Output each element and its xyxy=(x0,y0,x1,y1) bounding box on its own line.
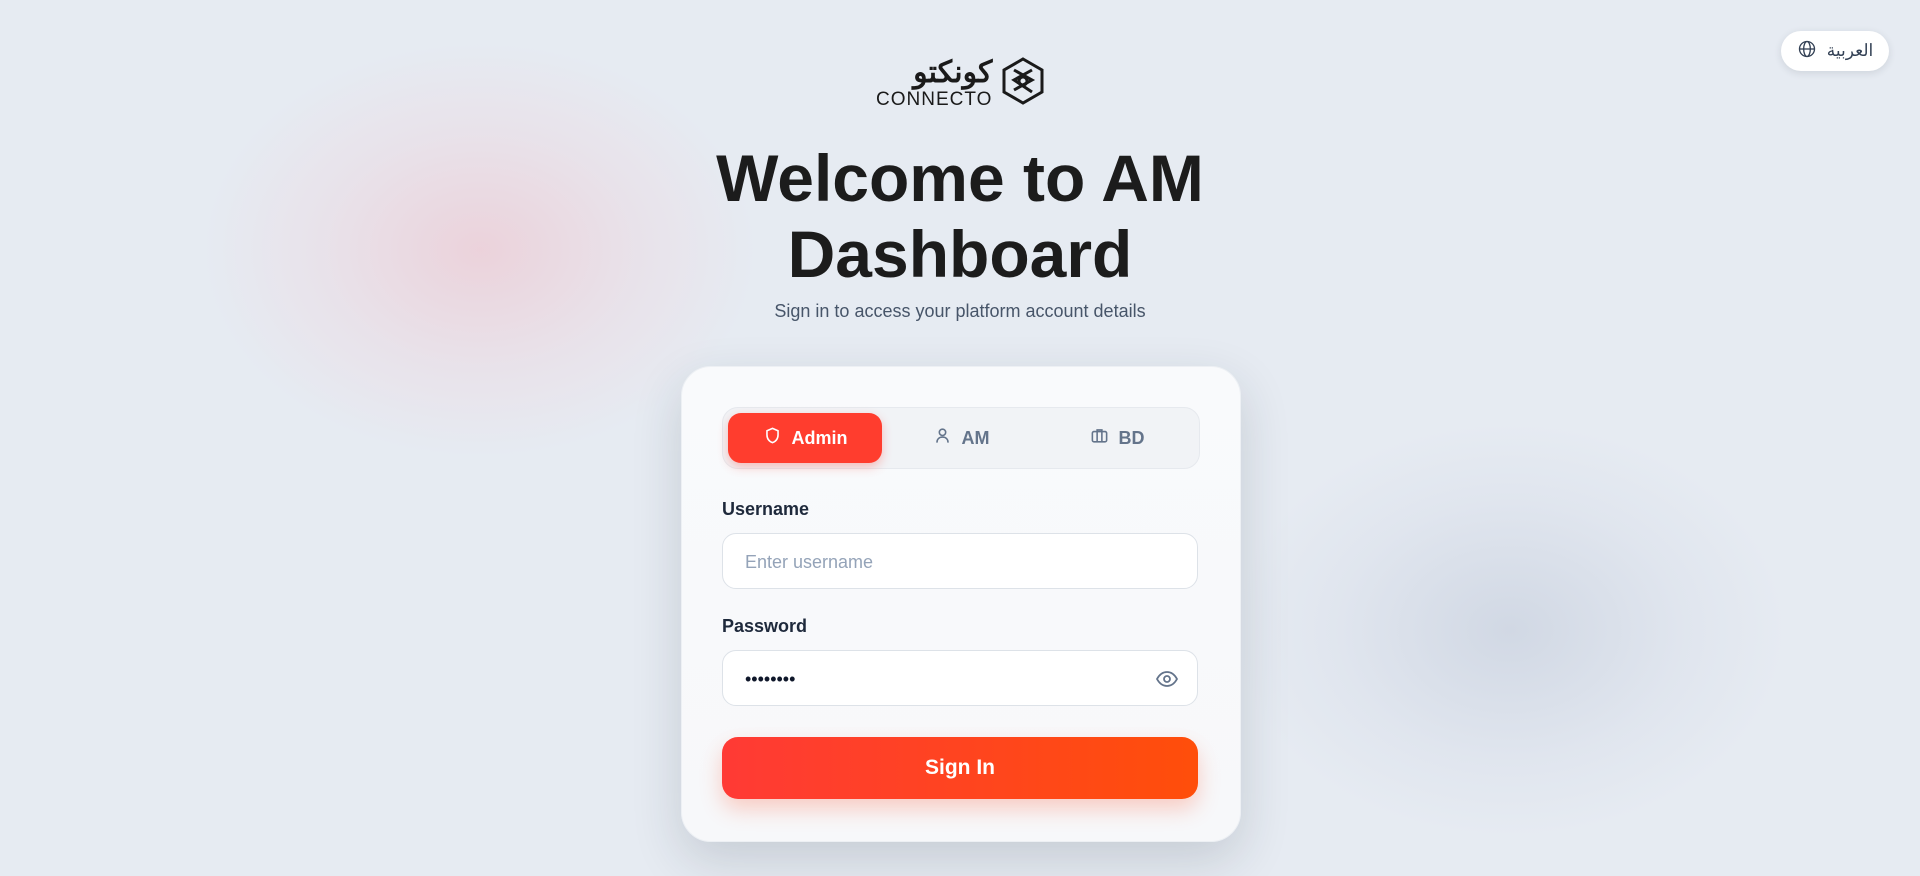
globe-icon xyxy=(1797,39,1817,64)
username-input[interactable] xyxy=(743,534,1147,590)
logo-mark-icon xyxy=(1000,56,1046,111)
language-toggle-button[interactable]: العربية xyxy=(1781,31,1889,71)
role-tabs: Admin AM BD xyxy=(722,407,1200,469)
connecto-logo: كونكتو CONNECTO xyxy=(876,56,1046,110)
logo-arabic-text: كونكتو xyxy=(913,55,993,89)
user-icon xyxy=(933,426,952,450)
tab-bd-label: BD xyxy=(1118,427,1145,448)
tab-admin[interactable]: Admin xyxy=(728,413,882,463)
password-field[interactable] xyxy=(722,650,1198,707)
logo-latin-text: CONNECTO xyxy=(876,88,993,110)
background-glow-gray xyxy=(1230,420,1790,840)
page-title-line-2: Dashboard xyxy=(787,217,1133,291)
password-label: Password xyxy=(722,616,808,636)
password-input[interactable] xyxy=(743,651,1147,707)
tab-admin-label: Admin xyxy=(791,427,848,448)
username-label: Username xyxy=(722,499,810,519)
eye-icon[interactable] xyxy=(1155,667,1179,691)
login-card: Admin AM BD Username Enter username Pass… xyxy=(681,366,1241,842)
tab-bd[interactable]: BD xyxy=(1040,413,1194,463)
tab-am-label: AM xyxy=(961,427,990,448)
sign-in-button[interactable]: Sign In xyxy=(722,737,1198,799)
shield-icon xyxy=(763,426,782,450)
username-field[interactable] xyxy=(722,533,1198,590)
briefcase-icon xyxy=(1090,426,1109,450)
language-toggle-label: العربية xyxy=(1826,41,1874,60)
page-subtitle: Sign in to access your platform account … xyxy=(774,301,1146,321)
tab-am[interactable]: AM xyxy=(884,413,1038,463)
page-title-line-1: Welcome to AM xyxy=(716,141,1204,215)
page-title: Welcome to AM Dashboard xyxy=(0,140,1920,292)
